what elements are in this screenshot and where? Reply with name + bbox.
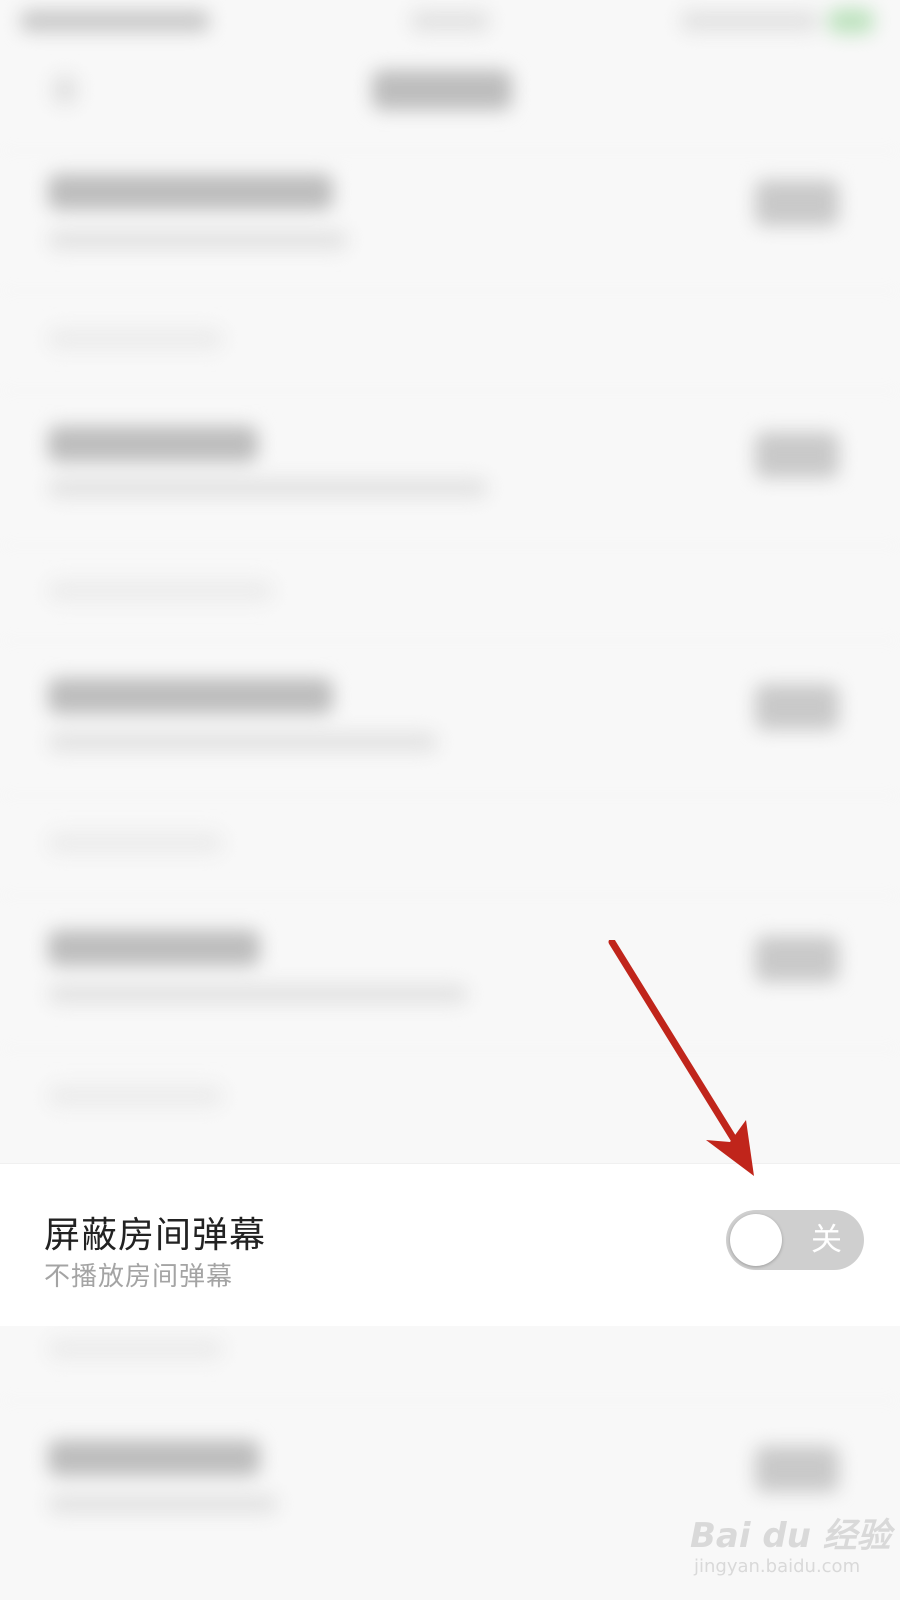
divider: [0, 895, 900, 896]
section-label-1: [48, 328, 223, 350]
toggle-state-label: 关: [811, 1222, 842, 1258]
back-icon[interactable]: [52, 75, 78, 105]
setting-row-1-subtitle: [48, 230, 348, 250]
section-label-2: [48, 580, 273, 602]
divider: [0, 390, 900, 391]
setting-row-6-subtitle: [48, 1494, 278, 1514]
arrow-shaft: [608, 940, 752, 1166]
watermark-logo: Bai du 经验: [690, 1516, 891, 1556]
setting-row-block-danmaku: 屏蔽房间弹幕 不播放房间弹幕 关: [0, 1163, 900, 1326]
red-arrow-annotation: [608, 940, 754, 1176]
section-label-4: [48, 1085, 223, 1107]
block-danmaku-toggle[interactable]: 关: [726, 1210, 864, 1270]
setting-row-4-subtitle: [48, 984, 468, 1004]
setting-row-6-toggle[interactable]: [755, 1446, 839, 1492]
section-label-5: [48, 1338, 223, 1360]
watermark-url: jingyan.baidu.com: [694, 1556, 861, 1577]
settings-screen: 屏蔽房间弹幕 不播放房间弹幕 关 Bai du 经验 jingyan.baidu…: [0, 0, 900, 1600]
divider: [0, 1400, 900, 1401]
setting-row-3-title: [48, 678, 333, 714]
nav-title: [372, 70, 512, 110]
divider: [0, 795, 900, 796]
setting-row-2-subtitle: [48, 478, 488, 498]
divider: [0, 290, 900, 291]
toggle-knob: [730, 1214, 782, 1266]
setting-subtitle: 不播放房间弹幕: [44, 1262, 234, 1292]
section-label-3: [48, 832, 223, 854]
setting-row-3-subtitle: [48, 732, 438, 752]
setting-row-6-title: [48, 1440, 260, 1476]
status-bar-time: [410, 10, 490, 32]
battery-icon: [828, 8, 874, 34]
status-bar-left: [20, 10, 210, 32]
setting-row-3-toggle[interactable]: [755, 684, 839, 730]
setting-row-4-title: [48, 930, 260, 966]
status-bar-right: [680, 10, 820, 32]
setting-row-1-toggle[interactable]: [755, 180, 839, 226]
blurred-background: [0, 0, 900, 1600]
divider: [0, 640, 900, 641]
divider: [0, 545, 900, 546]
setting-title: 屏蔽房间弹幕: [44, 1215, 267, 1256]
setting-row-1-title: [48, 174, 333, 210]
nav-divider: [0, 150, 900, 151]
setting-row-2-title: [48, 426, 258, 462]
setting-row-2-toggle[interactable]: [755, 432, 839, 478]
baidu-jingyan-watermark: Bai du 经验 jingyan.baidu.com: [690, 1500, 891, 1590]
